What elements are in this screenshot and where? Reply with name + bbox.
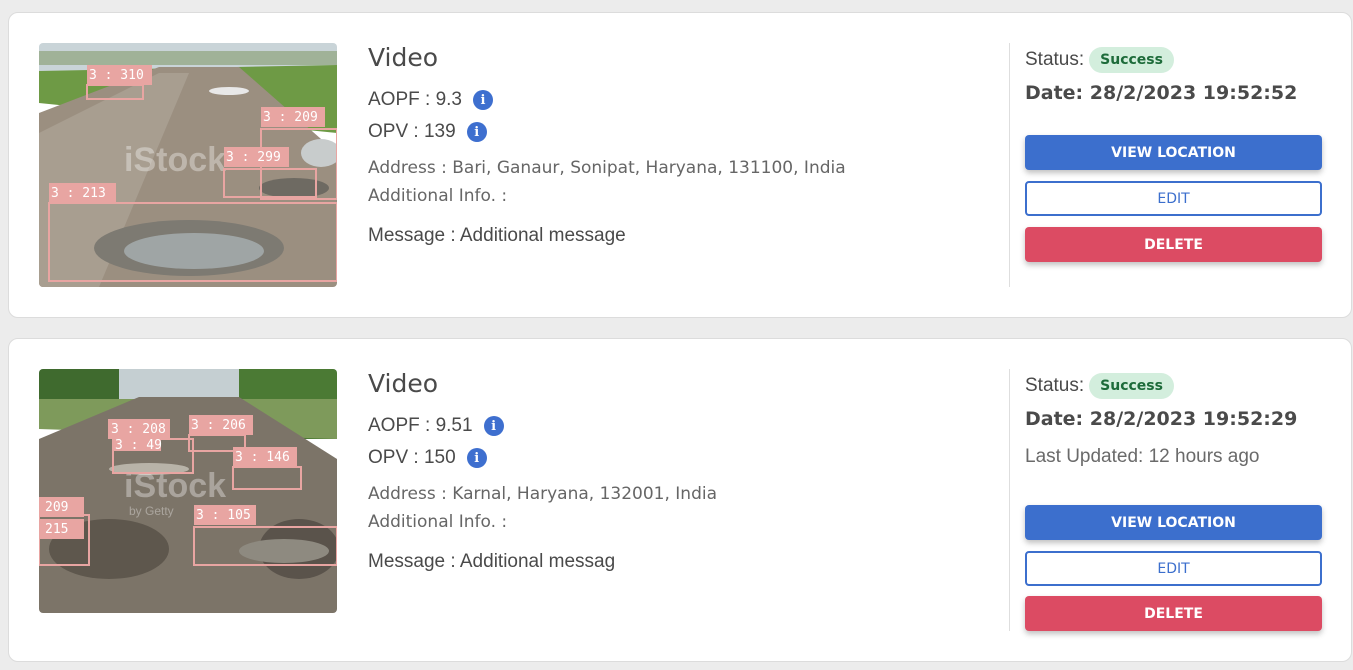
detection-label: 3 : 213 (51, 186, 106, 201)
status-row: Status: Success (1025, 373, 1174, 399)
delete-button[interactable]: DELETE (1025, 227, 1322, 262)
delete-button[interactable]: DELETE (1025, 596, 1322, 631)
address-text: Address : Bari, Ganaur, Sonipat, Haryana… (368, 158, 846, 178)
detection-label: 3 : 105 (196, 508, 251, 523)
detection-label: 215 (45, 522, 68, 537)
thumbnail-image: iStock by Getty 3 : 208 3 : 49 3: 206 3… (39, 369, 337, 613)
divider (1009, 369, 1010, 631)
detection-label: 3 : 206 (191, 418, 246, 433)
date-text: Date: 28/2/2023 19:52:52 (1025, 82, 1298, 104)
aopf-metric: AOPF : 9.3 i (368, 89, 493, 111)
detection-label: 3 : 146 (235, 450, 290, 465)
edit-button[interactable]: EDIT (1025, 181, 1322, 216)
aopf-metric: AOPF : 9.51 i (368, 415, 504, 437)
opv-metric: OPV : 139 i (368, 121, 487, 143)
detection-label: 3 : 208 (111, 422, 166, 437)
detection-label: 3 : 310 (89, 68, 144, 83)
additional-info-text: Additional Info. : (368, 512, 508, 532)
divider (1009, 43, 1010, 287)
pothole-thumbnail[interactable]: iStock by Getty 3 : 208 3 : 49 3: 206 3… (39, 369, 337, 613)
view-location-button[interactable]: VIEW LOCATION (1025, 505, 1322, 540)
last-updated-text: Last Updated: 12 hours ago (1025, 446, 1260, 467)
aopf-value: AOPF : 9.51 (368, 415, 473, 436)
thumbnail-image: iStock 3 : 310 3 : 209 3 : 299 3 : 213 (39, 43, 337, 287)
watermark: iStock (124, 141, 226, 179)
detection-label: 3 : 49 (115, 438, 162, 453)
opv-value: OPV : 139 (368, 121, 456, 142)
view-location-button[interactable]: VIEW LOCATION (1025, 135, 1322, 170)
detection-label: 209 (45, 500, 68, 515)
info-icon[interactable]: i (483, 416, 504, 436)
opv-metric: OPV : 150 i (368, 447, 487, 469)
info-icon[interactable]: i (472, 90, 493, 110)
info-icon[interactable]: i (466, 448, 487, 468)
report-card: iStock by Getty 3 : 208 3 : 49 3: 206 3… (8, 338, 1352, 662)
report-card: iStock 3 : 310 3 : 209 3 : 299 3 : 213 V… (8, 12, 1352, 318)
pothole-thumbnail[interactable]: iStock 3 : 310 3 : 209 3 : 299 3 : 213 (39, 43, 337, 287)
watermark-sub: by Getty (129, 504, 174, 518)
status-label: Status: (1025, 49, 1085, 70)
status-badge: Success (1089, 47, 1174, 73)
info-icon[interactable]: i (466, 122, 487, 142)
media-type-title: Video (368, 369, 439, 398)
message-text: Message : Additional message (368, 225, 626, 246)
status-label: Status: (1025, 375, 1085, 396)
status-badge: Success (1089, 373, 1174, 399)
edit-button[interactable]: EDIT (1025, 551, 1322, 586)
detection-label: 3 : 299 (226, 150, 281, 165)
aopf-value: AOPF : 9.3 (368, 89, 462, 110)
date-text: Date: 28/2/2023 19:52:29 (1025, 408, 1298, 430)
media-type-title: Video (368, 43, 439, 72)
address-text: Address : Karnal, Haryana, 132001, India (368, 484, 718, 504)
additional-info-text: Additional Info. : (368, 186, 508, 206)
detection-label: 3 : 209 (263, 110, 318, 125)
opv-value: OPV : 150 (368, 447, 456, 468)
message-text: Message : Additional messag (368, 551, 616, 572)
status-row: Status: Success (1025, 47, 1174, 73)
